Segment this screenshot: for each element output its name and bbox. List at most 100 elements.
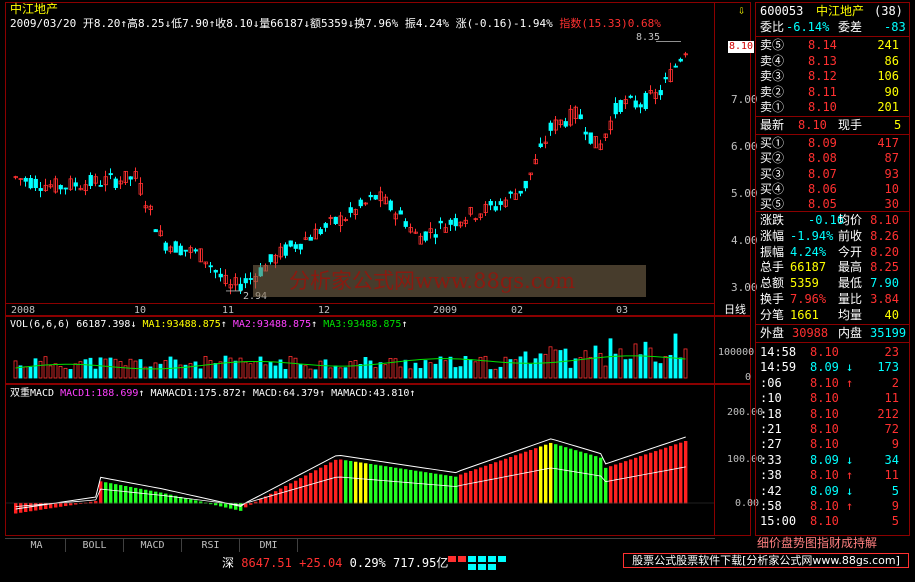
- volume-bar: [353, 360, 358, 379]
- volume-bar: [213, 363, 218, 379]
- volume-bar: [573, 358, 578, 379]
- candle-body: [283, 244, 288, 256]
- macd-histogram-bar: [374, 464, 378, 504]
- candle-body: [98, 185, 103, 187]
- macd-histogram-bar: [334, 459, 338, 504]
- volume-bar: [593, 345, 598, 379]
- sell-level-2: 卖② 8.11 90: [760, 84, 899, 99]
- cursor-icon[interactable]: ⇩: [738, 3, 745, 17]
- macd-histogram-bar: [639, 456, 643, 504]
- macd-histogram-bar: [279, 488, 283, 504]
- volume-bar: [363, 357, 368, 379]
- volume-bar: [103, 358, 108, 379]
- tab-dmi[interactable]: DMI: [240, 539, 298, 552]
- price-tick-5: 5.00: [731, 187, 758, 200]
- candlestick-chart[interactable]: [6, 30, 714, 302]
- volume-chart[interactable]: [6, 330, 714, 380]
- macd-histogram-bar: [589, 454, 593, 504]
- candle-body: [583, 131, 588, 135]
- sell-level-4: 卖④ 8.13 86: [760, 53, 899, 68]
- period-label[interactable]: 日线: [724, 303, 746, 316]
- macd-histogram-bar: [214, 503, 218, 506]
- macd-histogram-bar: [444, 475, 448, 504]
- trade-tick-row: :21 8.10 72: [760, 422, 899, 436]
- volume-bar: [88, 357, 93, 379]
- volume-bar: [648, 347, 653, 379]
- date-02: 02: [511, 305, 524, 316]
- trade-tick-row: :27 8.10 9: [760, 437, 899, 452]
- volume-bar: [248, 363, 253, 379]
- volume-bar: [413, 362, 418, 379]
- tab-rsi[interactable]: RSI: [182, 539, 240, 552]
- volume-bar: [98, 357, 103, 379]
- macd-histogram-bar: [139, 488, 143, 504]
- rp-bottom-tabs[interactable]: 细价盘势图指财成持解: [757, 536, 909, 550]
- candle-body: [548, 122, 553, 131]
- volume-bar: [308, 368, 313, 379]
- volume-bar: [518, 356, 523, 379]
- volume-bar: [268, 361, 273, 379]
- volume-bar: [578, 357, 583, 379]
- macd-histogram-bar: [319, 467, 323, 504]
- candle-body: [218, 273, 223, 278]
- stat-row: 总手 66187 最高 8.25: [760, 260, 899, 275]
- quote-line: 2009/03/20 开8.20↑高8.25↓低7.90↑收8.10↓量6618…: [10, 17, 661, 30]
- candle-body: [628, 95, 633, 98]
- macd-histogram-bar: [354, 461, 358, 504]
- sell-level-1: 卖① 8.10 201: [760, 100, 899, 115]
- candle-body: [243, 278, 248, 284]
- volume-bar: [253, 361, 258, 379]
- volume-bar: [288, 356, 293, 379]
- macd-histogram-bar: [294, 480, 298, 504]
- volume-bar: [533, 358, 538, 379]
- macd-histogram-bar: [439, 474, 443, 504]
- buy-level-4: 买④ 8.06 10: [760, 181, 899, 196]
- volume-bar: [498, 366, 503, 379]
- volume-bar: [423, 360, 428, 379]
- macd-histogram-bar: [394, 467, 398, 504]
- macd-histogram-bar: [604, 467, 608, 504]
- tab-macd[interactable]: MACD: [124, 539, 182, 552]
- candle-body: [63, 187, 68, 190]
- watermark-banner: 分析家公式网www.88gs.com: [253, 265, 646, 297]
- rp-outer-inner: 外盘 30988 内盘 35199: [760, 326, 907, 340]
- candle-body: [538, 143, 543, 147]
- volume-bar: [173, 359, 178, 379]
- candle-body: [453, 218, 458, 227]
- volume-bar: [528, 363, 533, 379]
- volume-bar: [603, 365, 608, 379]
- index-ticker[interactable]: 深 8647.51 +25.04 0.29% 717.95亿: [222, 556, 448, 570]
- macd-histogram-bar: [584, 453, 588, 504]
- tab-boll[interactable]: BOLL: [66, 539, 124, 552]
- candle-body: [213, 269, 218, 273]
- rp-latest: 最新 8.10 现手 5: [760, 118, 902, 132]
- candle-body: [193, 249, 198, 252]
- macd-histogram-bar: [459, 474, 463, 504]
- macd-histogram-bar: [59, 503, 63, 507]
- macd-chart[interactable]: [6, 400, 714, 535]
- volume-bar: [403, 359, 408, 379]
- volume-bar: [388, 357, 393, 379]
- volume-bar: [438, 356, 443, 379]
- candle-body: [238, 283, 243, 291]
- macd-histogram-bar: [314, 470, 318, 504]
- volume-bar: [158, 363, 163, 379]
- macd-histogram-bar: [499, 460, 503, 504]
- ad-banner[interactable]: 股票公式股票软件下载[分析家公式网www.88gs.com]: [623, 553, 909, 568]
- candle-body: [523, 180, 528, 189]
- macd-histogram-bar: [329, 462, 333, 504]
- volume-bar: [133, 360, 138, 379]
- volume-bar: [503, 356, 508, 379]
- tab-ma[interactable]: MA: [8, 539, 66, 552]
- macd-histogram-bar: [494, 462, 498, 504]
- macd-histogram-bar: [399, 468, 403, 504]
- volume-bar: [228, 357, 233, 379]
- volume-bar: [493, 368, 498, 379]
- volume-bar: [553, 349, 558, 379]
- volume-bar: [83, 359, 88, 379]
- current-price-badge: 8.10: [728, 41, 754, 53]
- macd-histogram-bar: [649, 452, 653, 504]
- macd-histogram-bar: [414, 470, 418, 504]
- volume-bar: [298, 363, 303, 379]
- volume-bar: [613, 353, 618, 379]
